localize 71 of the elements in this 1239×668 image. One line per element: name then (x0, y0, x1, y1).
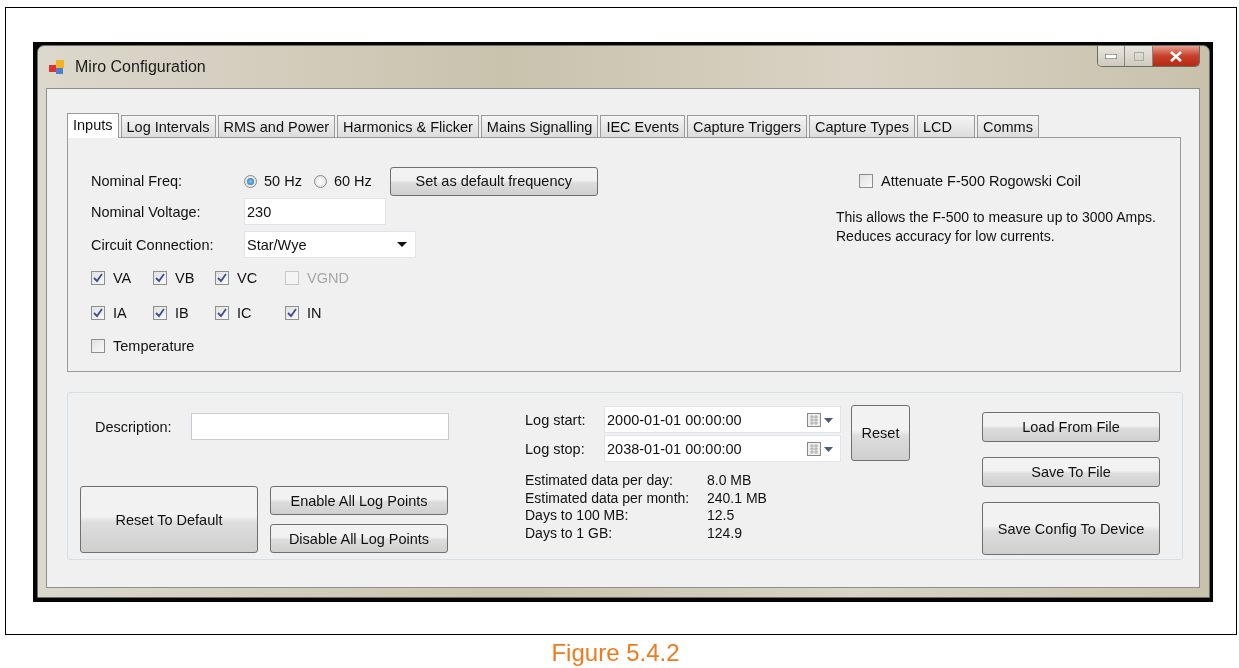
description-field[interactable] (191, 413, 449, 440)
radio-button[interactable] (244, 174, 257, 188)
stat-label: Days to 1 GB: (525, 524, 614, 542)
checkbox[interactable] (215, 271, 229, 285)
tab[interactable]: Log Intervals (120, 115, 216, 137)
tab[interactable]: Harmonics & Flicker (337, 115, 479, 137)
checkbox[interactable] (215, 305, 229, 320)
field-label: Log start: (525, 411, 587, 428)
checkbox[interactable] (91, 305, 105, 320)
radio-label: 50 Hz (264, 173, 302, 189)
checkbox-label: IA (113, 304, 127, 321)
field-label: Log stop: (525, 440, 586, 457)
stat-label: Estimated data per day: (525, 472, 674, 490)
default-frequency-button[interactable]: Set as default frequency (389, 166, 598, 196)
dropdown-arrow-icon (397, 242, 407, 247)
checkbox[interactable] (91, 271, 105, 285)
checkbox-label: VGND (307, 270, 349, 286)
date-picker[interactable]: 2038-01-01 00:00:00 (604, 435, 841, 462)
maximize-button[interactable] (1124, 46, 1152, 66)
minimize-icon (1105, 53, 1117, 59)
minimize-button[interactable] (1098, 46, 1124, 66)
field-label: Nominal Voltage: (91, 203, 202, 220)
field-label: Nominal Freq: (91, 173, 184, 189)
field-label: Circuit Connection: (91, 236, 215, 253)
tab[interactable]: Capture Triggers (686, 115, 807, 137)
checkbox[interactable] (153, 271, 167, 285)
checkbox-label: IB (175, 304, 189, 321)
field-label: Description: (94, 418, 173, 435)
checkbox-label: Temperature (113, 337, 195, 354)
stat-label: Days to 100 MB: (525, 507, 630, 525)
maximize-icon (1133, 51, 1144, 61)
tab[interactable]: RMS and Power (217, 115, 336, 137)
stat-value: 12.5 (707, 507, 736, 525)
enable-all-button[interactable]: Enable All Log Points (270, 486, 448, 515)
checkbox[interactable] (153, 305, 167, 320)
checkbox[interactable] (285, 305, 299, 320)
tab[interactable]: Comms (977, 115, 1039, 137)
file-button[interactable]: Save Config To Device (982, 502, 1160, 555)
checkbox-label: IC (237, 304, 252, 321)
voltage-field[interactable]: 230 (244, 198, 386, 225)
file-button[interactable]: Load From File (982, 412, 1160, 442)
connection-dropdown[interactable]: Star/Wye (244, 231, 416, 258)
file-button[interactable]: Save To File (982, 457, 1160, 487)
figure-caption: Figure 5.4.2 (550, 639, 681, 667)
reset-button[interactable]: Reset (851, 405, 910, 461)
radio-button[interactable] (313, 174, 327, 188)
app-icon (48, 58, 66, 76)
checkbox-label: VA (113, 270, 132, 286)
tab[interactable]: Mains Signalling (480, 115, 599, 137)
reset-to-default-button[interactable]: Reset To Default (80, 486, 258, 553)
stat-value: 124.9 (707, 524, 744, 542)
window-title: Miro Configuration (75, 58, 206, 76)
radio-label: 60 Hz (333, 173, 372, 189)
checkbox-label: VB (175, 270, 195, 286)
checkbox-label: IN (307, 304, 322, 321)
checkbox[interactable] (91, 338, 105, 353)
close-icon (1170, 50, 1182, 62)
stat-value: 8.0 MB (707, 472, 753, 490)
tab[interactable]: IEC Events (600, 115, 685, 137)
attenuation-note: This allows the F-500 to measure up to 3000 Amps. Reduces accuracy for low currents. (836, 208, 1157, 246)
checkbox[interactable] (859, 174, 873, 188)
disable-all-button[interactable]: Disable All Log Points (270, 524, 448, 553)
tab[interactable]: Inputs (67, 113, 119, 138)
date-picker[interactable]: 2000-01-01 00:00:00 (604, 406, 841, 433)
checkbox-label: VC (237, 270, 258, 286)
stat-label: Estimated data per month: (525, 489, 691, 507)
checkbox-label: Attenuate F-500 Rogowski Coil (881, 173, 1081, 189)
tab[interactable]: Capture Types (808, 115, 915, 137)
close-button[interactable] (1152, 46, 1199, 66)
tab[interactable]: LCD (917, 115, 975, 137)
stat-value: 240.1 MB (707, 489, 768, 507)
